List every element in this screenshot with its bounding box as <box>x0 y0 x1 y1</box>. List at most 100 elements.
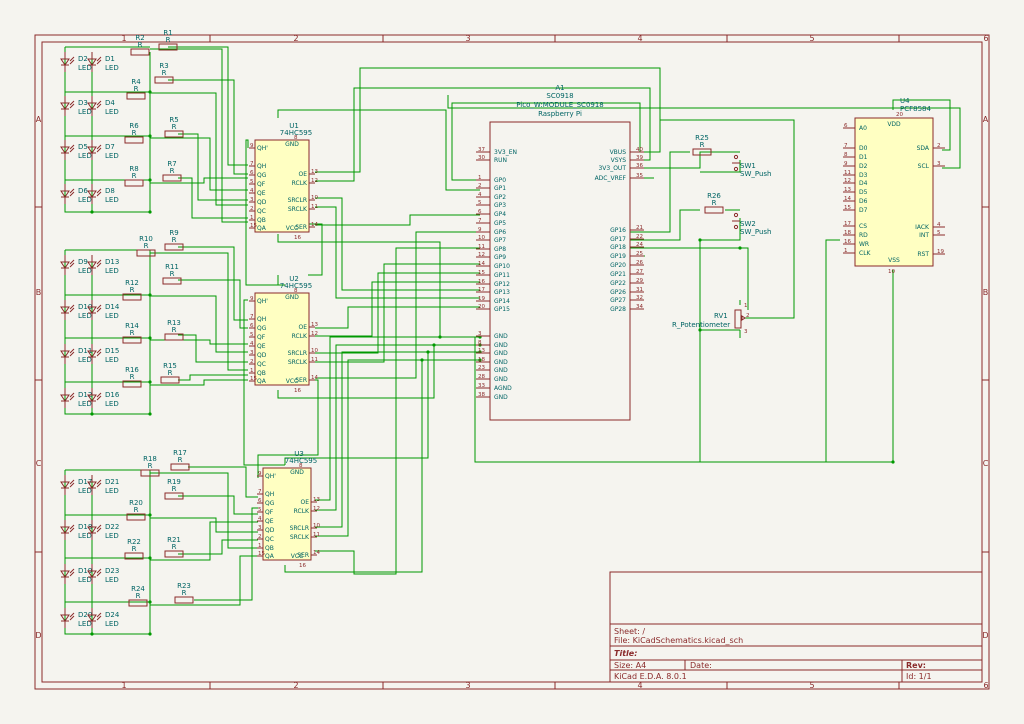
resistor: R6R <box>124 122 144 144</box>
led: D24LED <box>87 608 120 628</box>
resistor-value: R <box>172 543 177 551</box>
sheet-frame: 112233445566A AB BC CD D <box>34 34 990 690</box>
pcf-vdd-label: VDD <box>887 121 901 128</box>
chip-pin-name: QC <box>257 361 266 368</box>
pico-pin-name: RUN <box>494 157 507 164</box>
led-ref: D5 <box>78 143 88 151</box>
pcf-pin-num: 14 <box>844 196 851 202</box>
col-label-top: 1 <box>121 34 126 43</box>
pico-pin-num: 11 <box>478 244 485 250</box>
led-value: LED <box>105 108 119 116</box>
resistor: R20R <box>126 499 146 521</box>
wire <box>150 137 248 191</box>
pico-pin-name: GP7 <box>494 237 506 244</box>
resistor: R14R <box>122 322 142 344</box>
components: D2LEDD1LEDD3LEDD4LEDD5LEDD7LEDD6LEDD8LED… <box>60 29 945 628</box>
chip-pin-name: OE <box>300 499 309 506</box>
chip-pin-name: SRCLK <box>290 534 310 541</box>
chip-pin-num: 7 <box>250 161 254 167</box>
chip-pin-num: 14 <box>311 222 318 228</box>
title-block: Sheet: /File: KiCadSchematics.kicad_sch T… <box>609 571 983 683</box>
led-value: LED <box>105 400 119 408</box>
pico-pin-num: 1 <box>478 175 482 181</box>
pico-pin-num: 26 <box>636 260 643 266</box>
led: D12LED <box>60 388 92 408</box>
led-ref: D6 <box>78 187 88 195</box>
chip-pin-name: QG <box>265 500 275 507</box>
led-ref: D7 <box>105 143 115 151</box>
resistor-body <box>124 136 144 144</box>
pot-body <box>734 309 742 329</box>
pico-desc: Raspberry Pi <box>538 110 582 118</box>
resistor-value: R <box>170 167 175 175</box>
resistor-value: R <box>134 506 139 514</box>
wire <box>178 246 248 321</box>
pico-pin-num: 9 <box>478 227 482 233</box>
tb-tool: KiCad E.D.A. 8.0.1 <box>614 672 687 681</box>
chip-vcc-label: VCC <box>286 225 298 232</box>
chip-pin-name: RCLK <box>294 508 310 515</box>
wire <box>474 270 894 463</box>
pcf-pin-name: D6 <box>859 198 868 205</box>
pcf-pin-name: CS <box>859 223 867 230</box>
chip-pin-num: 12 <box>313 506 320 512</box>
col-label-bottom: 1 <box>121 681 126 690</box>
resistor-value: R <box>130 286 135 294</box>
wire <box>315 67 661 173</box>
resistor: R8R <box>124 165 144 187</box>
wire <box>188 466 258 498</box>
pico-pin-num: 17 <box>478 287 485 293</box>
pico-pin-num: 19 <box>478 296 485 302</box>
pcf-ref: U4 <box>900 97 910 105</box>
tb-sheet: Sheet: / <box>614 627 645 636</box>
pcf-pin-name: D7 <box>859 207 868 214</box>
wire <box>315 247 480 575</box>
tb-date: Date: <box>690 661 712 670</box>
pcf-pin-name: D4 <box>859 180 868 187</box>
led-ref: D23 <box>105 567 119 575</box>
col-label-top: 3 <box>465 34 470 43</box>
chip-pin-name: SRCLR <box>290 525 309 532</box>
wire-junction <box>148 513 152 517</box>
pico-pin-num: 2 <box>478 183 482 189</box>
resistor-value: R <box>132 545 137 553</box>
resistor: R13R <box>164 319 184 341</box>
chip-pin-name: QB <box>265 545 274 552</box>
led-value: LED <box>105 576 119 584</box>
pico-pin-num: 5 <box>478 200 482 206</box>
col-label-bottom: 3 <box>465 681 470 690</box>
chip-pin-name: QA <box>257 225 267 232</box>
pot-ref: RV1 <box>714 312 728 320</box>
switch-contact <box>733 166 739 172</box>
push-switch: SW1SW_Push <box>732 154 771 178</box>
chip-pin-num: 10 <box>313 523 320 529</box>
wire-junction <box>148 556 152 560</box>
chip-vcc-num: 16 <box>294 235 301 241</box>
led: D15LED <box>87 344 119 364</box>
pico-pin-name: GP27 <box>610 297 626 304</box>
resistor-body <box>704 206 724 214</box>
resistor: R23R <box>174 582 194 604</box>
pico-pin-num: 8 <box>478 340 482 346</box>
resistor-value: R <box>166 36 171 44</box>
pico-pin-name: ADC_VREF <box>595 175 627 182</box>
chip-pin-name: QF <box>257 181 266 188</box>
pico-pin-name: GP26 <box>610 289 626 296</box>
pico-pin-num: 36 <box>636 163 643 169</box>
pico-pin-name: GP10 <box>494 263 510 270</box>
pico-pin-name: GP28 <box>610 306 626 313</box>
chip-pin-name: QH <box>257 163 266 170</box>
pcf-pin-num: 17 <box>844 221 851 227</box>
pcf-pin-num: 13 <box>844 187 851 193</box>
pico-pin-num: 20 <box>478 304 485 310</box>
resistor: R17R <box>170 449 190 471</box>
chip-pin-num: 2 <box>250 206 254 212</box>
pico-pin-name: GP21 <box>610 271 626 278</box>
pico-pin-num: 22 <box>636 234 643 240</box>
pico-pin-num: 14 <box>478 261 485 267</box>
chip-pin-num: 9 <box>258 471 262 477</box>
wire <box>315 214 480 226</box>
col-label-top: 2 <box>293 34 298 43</box>
pico-pin-name: GP16 <box>610 227 626 234</box>
switch-ref: SW2 <box>740 220 756 228</box>
